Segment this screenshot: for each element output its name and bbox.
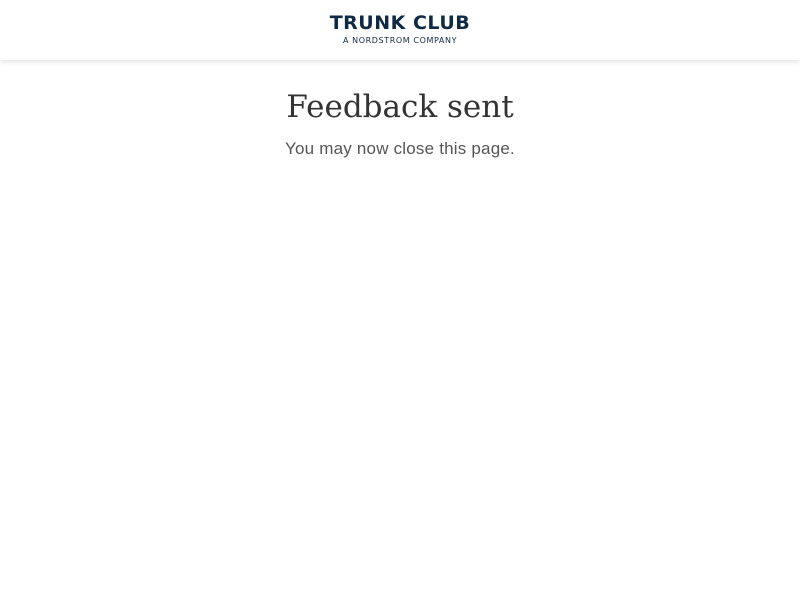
site-header: TRUNK CLUB A NORDSTROM COMPANY bbox=[0, 0, 800, 60]
trunk-club-logo[interactable]: TRUNK CLUB A NORDSTROM COMPANY bbox=[0, 12, 800, 46]
logo-wordmark: TRUNK CLUB bbox=[329, 12, 471, 34]
confirmation-message: You may now close this page. bbox=[285, 139, 515, 158]
main-content: Feedback sent You may now close this pag… bbox=[0, 60, 800, 600]
logo-tagline: A NORDSTROM COMPANY bbox=[342, 36, 458, 45]
page-title: Feedback sent bbox=[286, 89, 514, 125]
